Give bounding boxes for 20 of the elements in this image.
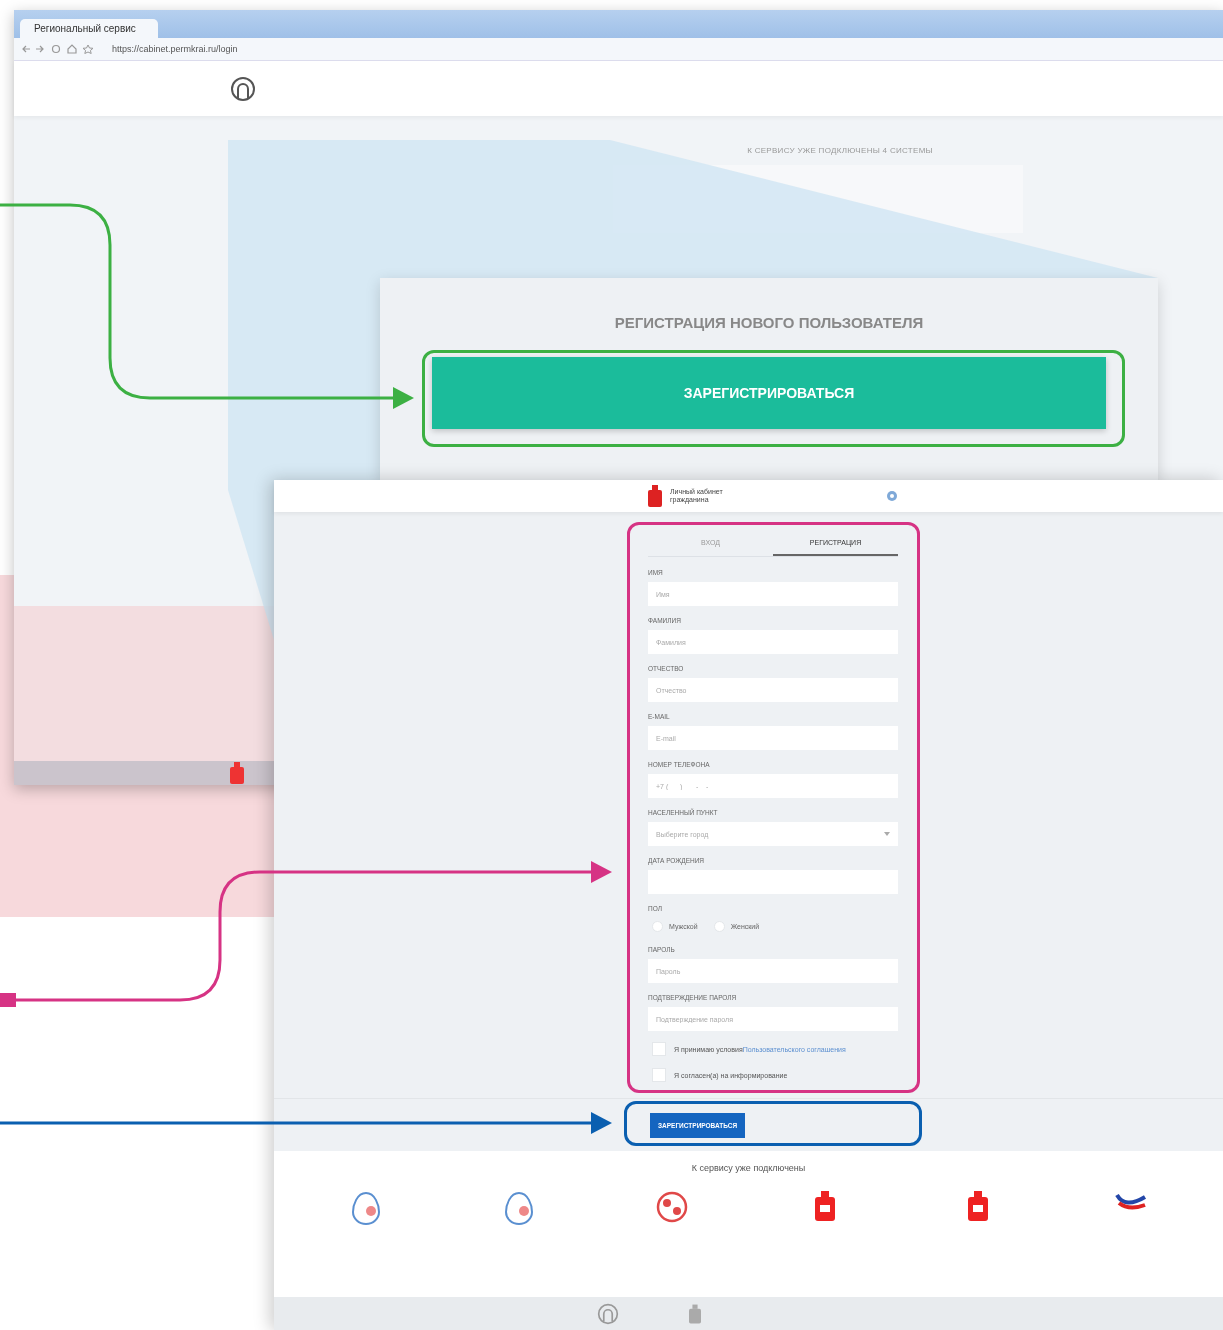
egg-icon[interactable] xyxy=(504,1191,534,1225)
crest-icon[interactable] xyxy=(968,1191,988,1221)
address-bar[interactable]: https://cabinet.permkrai.ru/login xyxy=(112,44,238,54)
browser-tab[interactable]: Региональный сервис xyxy=(20,19,158,38)
stripes-icon[interactable] xyxy=(1115,1191,1147,1211)
egg-icon[interactable] xyxy=(351,1191,381,1225)
section-title: РЕГИСТРАЦИЯ НОВОГО ПОЛЬЗОВАТЕЛЯ xyxy=(614,314,924,331)
logo-icon xyxy=(596,1302,619,1325)
crest-icon xyxy=(688,1303,701,1324)
checkbox[interactable] xyxy=(652,1068,666,1082)
logo-icon xyxy=(230,75,256,102)
crest-icon[interactable] xyxy=(815,1191,835,1221)
ball-icon[interactable] xyxy=(656,1191,688,1223)
checkbox[interactable] xyxy=(652,1042,666,1056)
crest-icon xyxy=(230,762,244,784)
settings-icon[interactable] xyxy=(886,490,898,502)
section-title: К сервису уже подключены xyxy=(691,1163,806,1173)
notice-text: К СЕРВИСУ УЖЕ ПОДКЛЮЧЕНЫ 4 СИСТЕМЫ xyxy=(747,146,933,155)
caret-icon xyxy=(884,832,890,836)
crest-icon xyxy=(648,485,662,507)
